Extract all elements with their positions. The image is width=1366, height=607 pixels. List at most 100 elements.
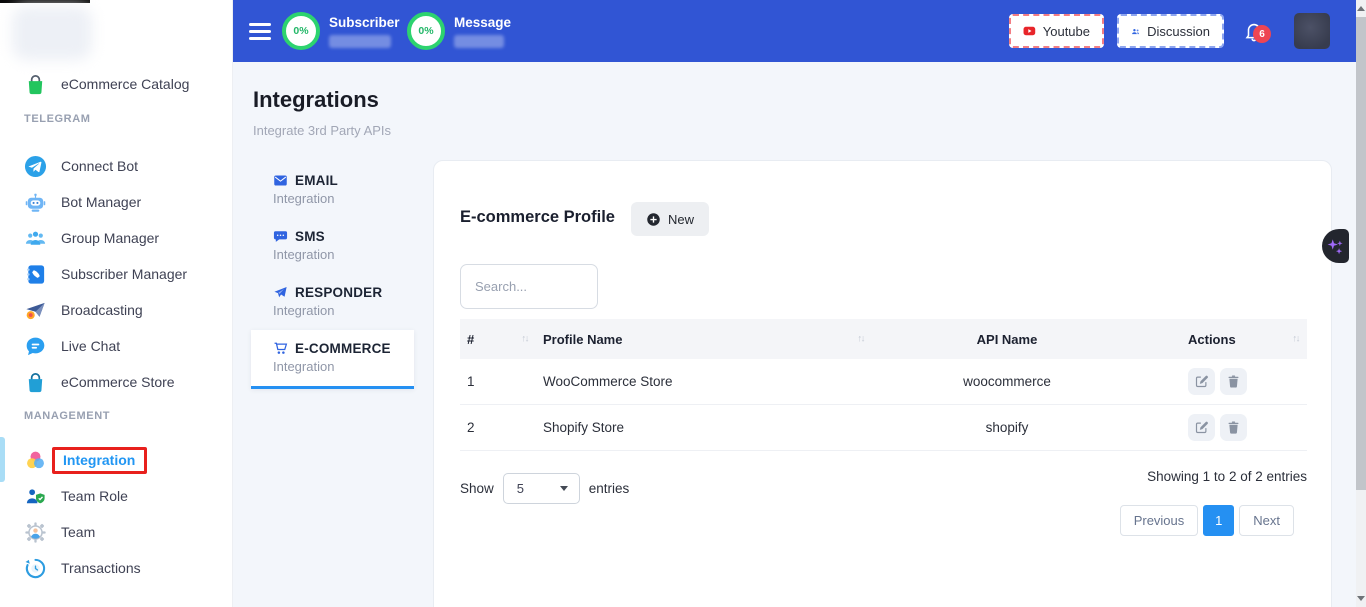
tab-subtitle: Integration (273, 247, 414, 262)
cell-actions (1142, 368, 1307, 395)
sidebar-item-integration[interactable]: Integration (0, 442, 232, 478)
notification-count-badge: 6 (1253, 25, 1271, 43)
sidebar-item-label: Live Chat (61, 338, 120, 354)
discussion-button[interactable]: Discussion (1117, 14, 1224, 48)
sidebar-item-label: eCommerce Store (61, 374, 175, 390)
subscriber-progress-ring: 0% (282, 12, 320, 50)
subscriber-stat-label: Subscriber (329, 15, 400, 30)
sidebar: eCommerce Catalog TELEGRAM Connect Bot B… (0, 0, 233, 607)
ecommerce-profile-panel: E-commerce Profile New # ↑↓ Profile Name… (433, 160, 1332, 607)
contact-book-icon (24, 263, 47, 286)
tab-email-integration[interactable]: EMAIL Integration (251, 162, 414, 218)
sidebar-item-group-manager[interactable]: Group Manager (0, 220, 232, 256)
notifications-bell[interactable]: 6 (1243, 19, 1273, 47)
sort-icon[interactable]: ↑↓ (522, 334, 529, 345)
sidebar-item-label: Subscriber Manager (61, 266, 187, 282)
new-button-label: New (668, 212, 694, 227)
table-row: 2 Shopify Store shopify (460, 405, 1307, 451)
cell-profile-name: WooCommerce Store (536, 374, 872, 389)
sidebar-item-ecommerce-catalog[interactable]: eCommerce Catalog (0, 66, 232, 102)
profiles-table: # ↑↓ Profile Name ↑↓ API Name Actions ↑↓ (460, 319, 1307, 451)
cell-api-name: shopify (872, 420, 1142, 435)
sidebar-item-label: Transactions (61, 560, 141, 576)
sidebar-item-broadcasting[interactable]: Broadcasting (0, 292, 232, 328)
showing-entries-text: Showing 1 to 2 of 2 entries (1147, 469, 1307, 484)
shopping-bag-blue-icon (24, 371, 47, 394)
page-size-value: 5 (517, 481, 524, 496)
sidebar-item-transactions[interactable]: Transactions (0, 550, 232, 586)
tab-subtitle: Integration (273, 303, 414, 318)
column-header-actions[interactable]: Actions ↑↓ (1142, 332, 1307, 347)
tab-title: E-COMMERCE (295, 341, 391, 356)
cell-profile-name: Shopify Store (536, 420, 872, 435)
hamburger-menu-icon[interactable] (249, 23, 271, 40)
tab-responder-integration[interactable]: RESPONDER Integration (251, 274, 414, 330)
tab-title: RESPONDER (295, 285, 382, 300)
youtube-icon (1023, 24, 1036, 38)
sidebar-item-label: eCommerce Catalog (61, 76, 189, 92)
sidebar-item-ecommerce-store[interactable]: eCommerce Store (0, 364, 232, 400)
person-shield-icon (24, 485, 47, 508)
sidebar-item-label: Team (61, 524, 95, 540)
palette-circles-icon (24, 449, 47, 472)
page-title: Integrations (253, 87, 379, 113)
column-header-index[interactable]: # ↑↓ (460, 332, 536, 347)
tab-subtitle: Integration (273, 191, 414, 206)
redacted-text (329, 35, 391, 48)
tab-sms-integration[interactable]: SMS Integration (251, 218, 414, 274)
edit-button[interactable] (1188, 368, 1215, 395)
cell-api-name: woocommerce (872, 374, 1142, 389)
sparkles-icon (1326, 237, 1345, 256)
search-input[interactable] (460, 264, 598, 309)
scroll-down-arrow[interactable] (1357, 596, 1365, 601)
edit-button[interactable] (1188, 414, 1215, 441)
topbar: 0% Subscriber 0% Message Youtube Discuss… (233, 0, 1356, 62)
pagination-previous-button[interactable]: Previous (1120, 505, 1199, 536)
sidebar-item-connect-bot[interactable]: Connect Bot (0, 148, 232, 184)
column-header-profile-name[interactable]: Profile Name ↑↓ (536, 332, 872, 347)
main-content: Integrations Integrate 3rd Party APIs EM… (233, 62, 1356, 607)
tab-ecommerce-integration[interactable]: E-COMMERCE Integration (251, 330, 414, 389)
sidebar-item-team[interactable]: Team (0, 514, 232, 550)
telegram-icon (24, 155, 47, 178)
sort-icon[interactable]: ↑↓ (1293, 334, 1300, 345)
new-profile-button[interactable]: New (631, 202, 709, 236)
sort-icon[interactable]: ↑↓ (858, 334, 865, 345)
panel-heading: E-commerce Profile (460, 208, 615, 227)
paper-plane-icon (273, 285, 288, 300)
message-stat-label: Message (454, 15, 511, 30)
table-footer: Show 5 entries Showing 1 to 2 of 2 entri… (460, 467, 1307, 547)
scroll-up-arrow[interactable] (1357, 6, 1365, 11)
page-size-select[interactable]: 5 (503, 473, 580, 504)
scrollbar-thumb[interactable] (1356, 17, 1366, 490)
sidebar-item-live-chat[interactable]: Live Chat (0, 328, 232, 364)
broadcast-plane-icon (24, 299, 47, 322)
sidebar-item-label: Connect Bot (61, 158, 138, 174)
delete-button[interactable] (1220, 414, 1247, 441)
avatar[interactable] (1294, 13, 1330, 49)
shopping-cart-icon (273, 341, 288, 356)
youtube-button-label: Youtube (1043, 24, 1090, 39)
sidebar-item-label: Group Manager (61, 230, 159, 246)
sidebar-item-team-role[interactable]: Team Role (0, 478, 232, 514)
pagination-page-1-button[interactable]: 1 (1203, 505, 1234, 536)
table-header-row: # ↑↓ Profile Name ↑↓ API Name Actions ↑↓ (460, 319, 1307, 359)
plus-circle-icon (646, 212, 661, 227)
top-left-strip (0, 0, 90, 3)
youtube-button[interactable]: Youtube (1009, 14, 1104, 48)
delete-button[interactable] (1220, 368, 1247, 395)
redacted-text (454, 35, 504, 48)
sidebar-item-bot-manager[interactable]: Bot Manager (0, 184, 232, 220)
pagination-next-button[interactable]: Next (1239, 505, 1294, 536)
sidebar-item-label: Bot Manager (61, 194, 141, 210)
robot-icon (24, 191, 47, 214)
vertical-scrollbar[interactable] (1356, 0, 1366, 607)
sidebar-item-subscriber-manager[interactable]: Subscriber Manager (0, 256, 232, 292)
column-header-api-name[interactable]: API Name (872, 332, 1142, 347)
gear-person-icon (24, 521, 47, 544)
message-stat: 0% Message (407, 12, 511, 50)
tab-title: SMS (295, 229, 325, 244)
ai-assistant-fab[interactable] (1322, 229, 1349, 263)
table-row: 1 WooCommerce Store woocommerce (460, 359, 1307, 405)
edit-pencil-icon (1194, 420, 1209, 435)
